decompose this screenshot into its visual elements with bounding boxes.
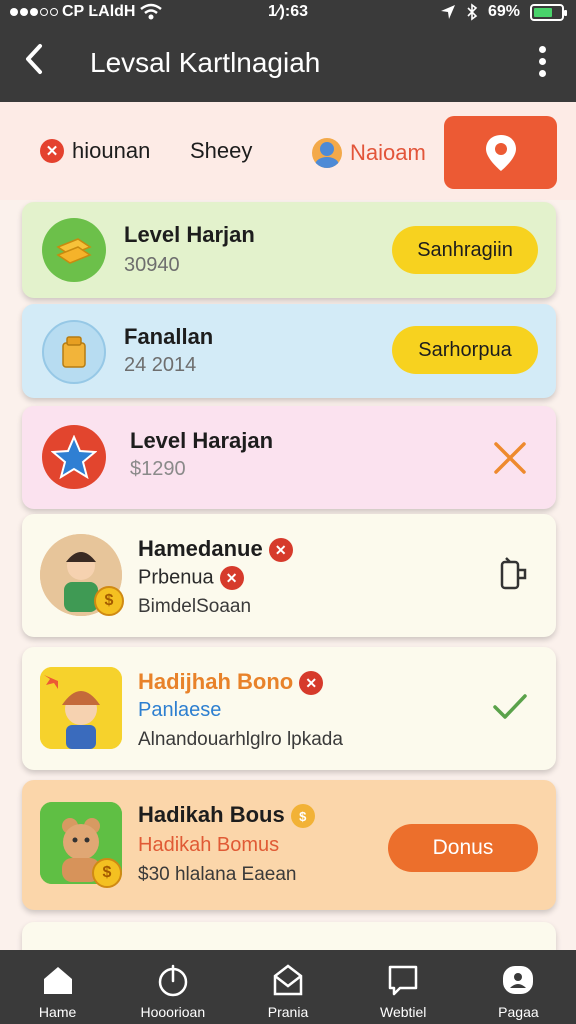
status-bar: CP ĿAldH 1⁄):63 69% (0, 0, 576, 26)
nav-item-2[interactable]: Hooorioan (115, 950, 230, 1024)
coin-badge-icon: $ (290, 804, 315, 829)
battery-percent: 69% (487, 3, 520, 20)
nav-label: Prania (267, 1004, 309, 1020)
profile-icon (500, 962, 536, 998)
card-line2: Prbenua ✕ (138, 566, 244, 590)
chat-icon (385, 962, 421, 998)
battery-icon (530, 3, 567, 21)
bottom-nav: Hame Hooorioan Prania Webtiel Pagaa (0, 950, 576, 1024)
card-line3: BimdelSoaan (138, 596, 252, 617)
list-item[interactable]: Fanallan 24 2014 Sarhorpua (22, 304, 556, 398)
list-item[interactable]: Level Harjan 30940 Sanhragiin (22, 202, 556, 298)
card-subtitle: 30940 (124, 254, 180, 276)
close-icon[interactable] (492, 440, 528, 481)
nav-label: Hooorioan (140, 1004, 206, 1020)
star-icon (42, 425, 106, 489)
nav-label: Pagaa (498, 1004, 539, 1020)
close-icon[interactable]: ✕ (40, 139, 64, 163)
status-right: 69% (440, 3, 567, 21)
card-action-button[interactable]: Sanhragiin (392, 226, 538, 274)
close-badge-icon: ✕ (219, 566, 244, 590)
map-pin-icon (485, 134, 516, 171)
list-item[interactable]: Hadijhah Bono ✕ Panlaese Alnandouarhlglro… (22, 647, 556, 770)
filter-chip-1[interactable]: ✕ hiounan (40, 138, 150, 164)
card-title: Level Harajan (130, 428, 274, 453)
card-title: Hamedanue ✕ (138, 536, 293, 563)
card-line3: Alnandouarhlglro lpkada (138, 729, 343, 750)
page-title: Levsal Kartlnagiah (90, 47, 321, 78)
bluetooth-icon (467, 3, 478, 21)
nav-item-home[interactable]: Hame (0, 950, 115, 1024)
coin-icon: $ (92, 858, 122, 888)
list-item[interactable]: $ Hadikah Bous $ Hadikah Bomus $30 hlalan… (22, 780, 556, 910)
location-arrow-icon (440, 5, 455, 19)
gold-bars-icon (42, 218, 106, 282)
receipt-icon[interactable] (498, 556, 530, 597)
more-options-button[interactable] (539, 46, 546, 77)
home-icon (40, 962, 76, 998)
card-subtitle: 24 2014 (124, 354, 197, 376)
list-item[interactable]: Level Harajan $1290 (22, 406, 556, 509)
checkmark-icon[interactable] (492, 693, 528, 726)
close-badge-icon: ✕ (299, 671, 324, 696)
nav-label: Webtiel (379, 1004, 427, 1020)
list-item[interactable]: $ Hamedanue ✕ Prbenua ✕ BimdelSoaan (22, 514, 556, 637)
card-line2: Hadikah Bomus (138, 834, 280, 856)
filter-chip-1-label: hiounan (72, 138, 151, 163)
card-action-button[interactable]: Sarhorpua (392, 326, 538, 374)
character-avatar-icon (40, 667, 122, 749)
card-title: Hadikah Bous $ (138, 802, 315, 829)
card-title: Level Harjan (124, 222, 255, 247)
filter-chip-3[interactable]: Naioam (312, 138, 426, 168)
nav-item-3[interactable]: Prania (230, 950, 345, 1024)
envelope-icon (270, 962, 306, 998)
power-icon (155, 962, 191, 998)
back-button[interactable] (22, 42, 44, 83)
close-badge-icon: ✕ (268, 538, 293, 563)
nav-label: Hame (38, 1004, 77, 1020)
jar-icon (42, 320, 106, 384)
card-line3: $30 hlalana Eaean (138, 864, 297, 885)
filter-bar: ✕ hiounan Sheey Naioam (0, 102, 576, 200)
card-title: Fanallan (124, 324, 214, 349)
chevron-left-icon (26, 44, 42, 74)
coin-icon: $ (94, 586, 124, 616)
location-pin-button[interactable] (444, 116, 557, 189)
nav-item-5[interactable]: Pagaa (461, 950, 576, 1024)
nav-item-4[interactable]: Webtiel (346, 950, 461, 1024)
filter-chip-2[interactable]: Sheey (190, 138, 252, 164)
app-bar: Levsal Kartlnagiah (0, 26, 576, 102)
user-avatar-icon (312, 138, 342, 168)
filter-chip-2-label: Sheey (190, 138, 253, 163)
card-subtitle: $1290 (130, 458, 186, 480)
filter-chip-3-label: Naioam (350, 140, 426, 165)
card-line2: Panlaese (138, 699, 222, 721)
bonus-button[interactable]: Donus (388, 824, 538, 872)
card-title: Hadijhah Bono ✕ (138, 669, 324, 696)
